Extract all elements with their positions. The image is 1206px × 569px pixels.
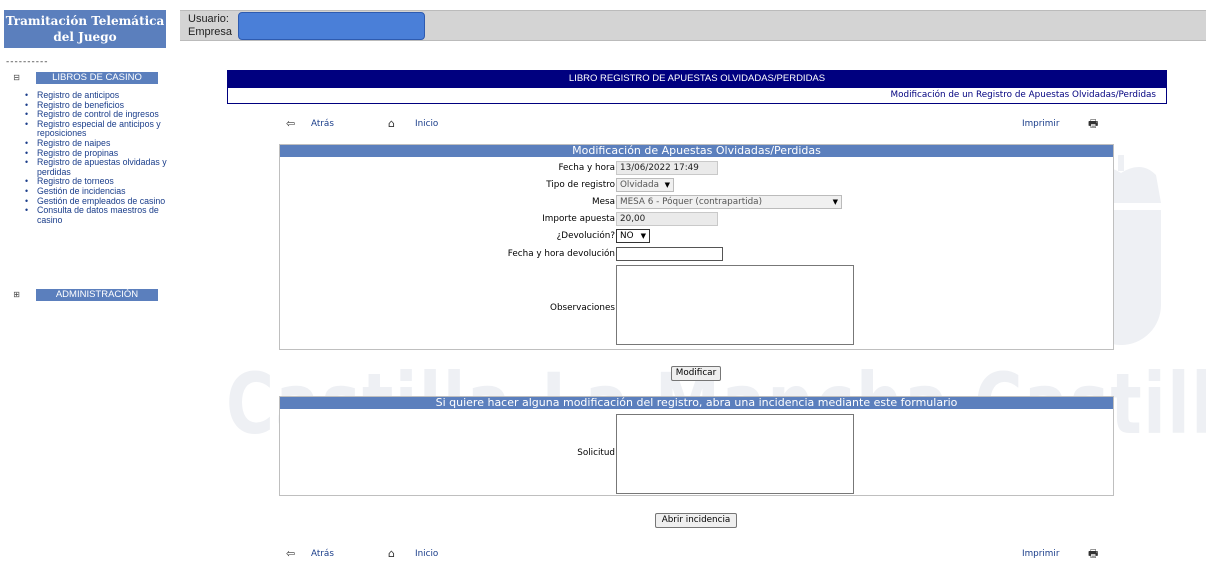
- abrir-incidencia-button[interactable]: Abrir incidencia: [655, 513, 737, 528]
- back-link[interactable]: Atrás: [311, 117, 334, 131]
- importe-label: Importe apuesta: [542, 214, 615, 224]
- home-icon[interactable]: ⌂: [388, 117, 395, 131]
- fecha-field: 13/06/2022 17:49: [616, 161, 718, 175]
- print-icon[interactable]: 🖶: [1088, 117, 1098, 131]
- tipo-row: Tipo de registro Olvidada ▼: [280, 177, 1115, 193]
- empresa-label: Empresa: [188, 26, 233, 38]
- tipo-label: Tipo de registro: [546, 180, 615, 190]
- devolucion-select-value: NO: [620, 231, 634, 241]
- sidebar-section-label[interactable]: LIBROS DE CASINO: [36, 72, 158, 84]
- tipo-select[interactable]: Olvidada ▼: [616, 178, 674, 192]
- nav-bar-top: ⇦ Atrás ⌂ Inicio Imprimir 🖶: [280, 117, 1120, 133]
- home-icon[interactable]: ⌂: [388, 547, 395, 561]
- brand-line2: del Juego: [53, 30, 117, 44]
- back-link[interactable]: Atrás: [311, 547, 334, 561]
- tipo-select-value: Olvidada: [620, 180, 659, 190]
- devolucion-select[interactable]: NO ▼: [616, 229, 650, 243]
- fecha-row: Fecha y hora 13/06/2022 17:49: [280, 160, 1115, 176]
- mesa-select-value: MESA 6 - Póquer (contrapartida): [620, 197, 763, 207]
- user-header: Usuario: Empresa: [180, 10, 1206, 41]
- nav-bar-bottom: ⇦ Atrás ⌂ Inicio Imprimir 🖶: [280, 547, 1120, 563]
- sidebar-item-datos-maestros[interactable]: Consulta de datos maestros de casino: [22, 205, 172, 225]
- page-subtitle: Modificación de un Registro de Apuestas …: [227, 87, 1167, 104]
- fecha-devolucion-input[interactable]: [616, 247, 723, 261]
- sidebar-item-apuestas[interactable]: Registro de apuestas olvidadas y perdida…: [22, 157, 172, 177]
- solicitud-label: Solicitud: [577, 448, 615, 458]
- sidebar-separator: ----------: [6, 57, 49, 67]
- sidebar: Tramitación Telemática del Juego -------…: [0, 0, 176, 569]
- back-arrow-icon[interactable]: ⇦: [286, 117, 295, 131]
- sidebar-section-libros[interactable]: ⊟ LIBROS DE CASINO: [12, 72, 158, 84]
- incidencia-title: Si quiere hacer alguna modificación del …: [280, 397, 1113, 409]
- chevron-down-icon: ▼: [640, 232, 646, 240]
- form-title: Modificación de Apuestas Olvidadas/Perdi…: [280, 145, 1113, 157]
- chevron-down-icon: ▼: [664, 181, 670, 189]
- solicitud-textarea[interactable]: [616, 414, 854, 494]
- redacted-user-info: [238, 12, 425, 40]
- edit-form: Modificación de Apuestas Olvidadas/Perdi…: [279, 144, 1114, 350]
- home-link[interactable]: Inicio: [415, 117, 438, 131]
- sidebar-menu: Registro de anticipos Registro de benefi…: [22, 90, 172, 225]
- observaciones-label: Observaciones: [550, 303, 615, 313]
- mesa-row: Mesa MESA 6 - Póquer (contrapartida) ▼: [280, 194, 1115, 210]
- mesa-label: Mesa: [592, 197, 615, 207]
- back-arrow-icon[interactable]: ⇦: [286, 547, 295, 561]
- print-icon[interactable]: 🖶: [1088, 547, 1098, 561]
- devolucion-row: ¿Devolución? NO ▼: [280, 228, 1115, 244]
- mesa-select[interactable]: MESA 6 - Póquer (contrapartida) ▼: [616, 195, 842, 209]
- brand-line1: Tramitación Telemática: [5, 14, 165, 28]
- app-brand: Tramitación Telemática del Juego: [4, 10, 166, 48]
- expand-icon[interactable]: ⊞: [12, 290, 21, 300]
- sidebar-section-administracion[interactable]: ⊞ ADMINISTRACIÓN: [12, 289, 158, 301]
- print-link[interactable]: Imprimir: [1022, 547, 1059, 561]
- devolucion-label: ¿Devolución?: [556, 231, 615, 241]
- print-link[interactable]: Imprimir: [1022, 117, 1059, 131]
- observaciones-textarea[interactable]: [616, 265, 854, 345]
- importe-field: 20,00: [616, 212, 718, 226]
- modificar-button[interactable]: Modificar: [671, 366, 721, 381]
- incidencia-form: Si quiere hacer alguna modificación del …: [279, 396, 1114, 496]
- home-link[interactable]: Inicio: [415, 547, 438, 561]
- fecha-devolucion-label: Fecha y hora devolución: [507, 249, 615, 259]
- usuario-label: Usuario:: [188, 13, 229, 25]
- fecha-label: Fecha y hora: [558, 163, 615, 173]
- collapse-icon[interactable]: ⊟: [12, 73, 21, 83]
- chevron-down-icon: ▼: [832, 198, 838, 206]
- page-title: LIBRO REGISTRO DE APUESTAS OLVIDADAS/PER…: [227, 70, 1167, 87]
- fecha-devolucion-row: Fecha y hora devolución: [280, 246, 1115, 262]
- sidebar-item-anticipos-reposiciones[interactable]: Registro especial de anticipos y reposic…: [22, 119, 172, 139]
- importe-row: Importe apuesta 20,00: [280, 211, 1115, 227]
- sidebar-section-label[interactable]: ADMINISTRACIÓN: [36, 289, 158, 301]
